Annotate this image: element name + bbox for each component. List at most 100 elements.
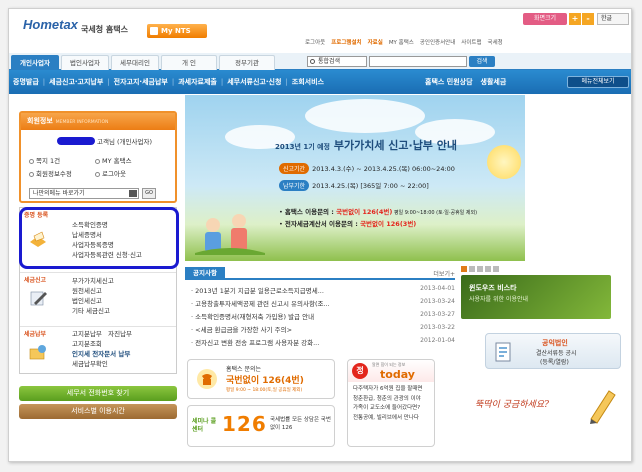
call-126-ad[interactable]: 세미나 콜센터 126 국세법률 모든 상담은 국번없이 126 xyxy=(187,405,335,447)
phone-ad-hours: 평일 9:00 ~ 18:00(토,일 공휴일 제외) xyxy=(226,388,303,393)
public-corp-sub: 결산서류등 공시 xyxy=(536,350,577,357)
tab-government[interactable]: 정부기관 xyxy=(219,55,275,70)
banner-due: 납부기한 2013.4.25.(목) [365일 7:00 ~ 22:00] xyxy=(279,180,429,191)
today-header: 정 알면 힘이 되는 정보 today xyxy=(348,360,434,382)
service-hours-button[interactable]: 서비스별 이용시간 xyxy=(19,404,177,419)
program-install-link[interactable]: 프로그램설치 xyxy=(331,38,361,46)
notice-tab[interactable]: 공지사항 xyxy=(185,267,225,280)
public-corp-title: 공익법인 xyxy=(542,339,568,347)
pager-dot[interactable] xyxy=(461,266,467,272)
service-category: 세금납부 xyxy=(24,331,47,338)
service-link[interactable]: 원천세신고 xyxy=(72,286,114,296)
banner-title: 2013년 1기 예정 부가가치세 신고·납부 안내 xyxy=(275,139,458,152)
pager-dot[interactable] xyxy=(469,266,475,272)
bullet-icon xyxy=(95,158,100,164)
service-link[interactable]: 법인세신고 xyxy=(72,296,114,306)
member-logout-link[interactable]: 로그아웃 xyxy=(95,168,126,178)
my-hometax-link[interactable]: MY 홈택스 xyxy=(389,38,414,46)
pager-dot[interactable] xyxy=(485,266,491,272)
today-title: today xyxy=(380,368,415,381)
today-item[interactable]: 가족이 교도소에 들어갔다면? xyxy=(353,404,429,414)
language-select[interactable]: 한글 xyxy=(597,13,629,25)
nts-link[interactable]: 국세청 xyxy=(488,38,503,46)
today-item[interactable]: 다주택자가 6억원 집을 팔때면 xyxy=(353,385,429,395)
today-item[interactable]: 전통공예, 빌리브에서 만나다 xyxy=(353,414,429,424)
notice-panel: 공지사항 더보기+ · 2013년 1분기 지급분 일용근로소득지급명세... 2… xyxy=(185,267,455,357)
service-category: 세금신고 xyxy=(24,277,47,284)
library-link[interactable]: 자료실 xyxy=(368,38,383,46)
menu-tax-filing[interactable]: 세금신고·고지납부 xyxy=(49,70,103,94)
member-info-panel: 회원정보 MEMBER INFORMATION 고객님 (개인사업자) 쪽지 1건… xyxy=(19,111,177,203)
tab-corporate-business[interactable]: 법인사업자 xyxy=(61,55,109,70)
search-input[interactable] xyxy=(369,56,467,67)
main-menu-items: 증명발급 | 세금신고·고지납부 | 전자고지·세금납부 | 과세자료제출 | 세무서류… xyxy=(13,70,324,94)
logout-link[interactable]: 로그아웃 xyxy=(305,38,325,46)
service-link[interactable]: 세금납부확인 xyxy=(72,359,132,369)
menu-life-tax[interactable]: 생활세금 xyxy=(481,70,507,94)
menu-data-submit[interactable]: 과세자료제출 xyxy=(178,70,217,94)
ad-126-digits: 126 xyxy=(222,412,267,436)
tab-individual[interactable]: 개 인 xyxy=(161,55,217,70)
ad-126-right: 국세법률 모든 상담은 국번없이 126 xyxy=(270,417,331,431)
menu-inquiry[interactable]: 조회서비스 xyxy=(292,70,324,94)
cloud-shape xyxy=(305,99,425,133)
notice-row[interactable]: · 2013년 1분기 지급분 일용근로소득지급명세... 2013-04-01 xyxy=(191,285,455,295)
service-link[interactable]: 고지분납부 자진납부 xyxy=(72,329,132,339)
vat-banner[interactable]: 2013년 1기 예정 부가가치세 신고·납부 안내 신고기간 2013.4.3.… xyxy=(185,95,525,261)
font-decrease-button[interactable]: - xyxy=(582,13,594,25)
vista-guide-banner[interactable]: 윈도우즈 비스타 사용자를 위한 이용안내 xyxy=(461,275,611,319)
payment-icon xyxy=(29,345,46,360)
faq-text: 뚝딱이 궁금하세요? xyxy=(475,400,549,410)
redacted-name xyxy=(57,137,95,145)
all-menu-button[interactable]: 메뉴전체보기 xyxy=(567,76,629,88)
hometax-logo[interactable]: Hometax xyxy=(23,17,78,32)
service-link[interactable]: 인지세 전자문서 납부 xyxy=(72,349,132,359)
hometax-phone-ad[interactable]: 홈택스 문의는 국번없이 126(4번) 평일 9:00 ~ 18:00(토,일… xyxy=(187,359,335,399)
notice-row[interactable]: · 고용창출투자세액공제 관련 신고시 유의사항(조... 2013-03-24 xyxy=(191,298,455,308)
public-corp-banner[interactable]: 공익법인 결산서류등 공시 (등록/열람) xyxy=(485,333,621,369)
menu-e-notice[interactable]: 전자고지·세금납부 xyxy=(114,70,168,94)
phone-ad-label: 홈택스 문의는 xyxy=(226,366,262,373)
my-menu-select[interactable]: 나만의메뉴 바로가기 xyxy=(29,188,139,199)
font-size-label: 화면크기 xyxy=(523,13,567,25)
search-button[interactable]: 검색 xyxy=(469,56,495,67)
notice-row[interactable]: · <세금 환급금을 가장한 사기 주의> 2013-03-22 xyxy=(191,324,455,334)
phone-ad-number: 국번없이 126(4번) xyxy=(226,376,304,386)
notice-row[interactable]: · 전자신고 변환 전송 프로그램 사용자분 강화... 2012-01-04 xyxy=(191,337,455,347)
people-illustration xyxy=(195,214,265,255)
today-item[interactable]: 청춘환급, 청춘의 관광의 이야 xyxy=(353,395,429,405)
menu-certificate[interactable]: 증명발급 xyxy=(13,70,39,94)
info-today-box: 정 알면 힘이 되는 정보 today 다주택자가 6억원 집을 팔때면 청춘환… xyxy=(347,359,435,447)
sun-icon xyxy=(487,145,521,179)
service-link[interactable]: 고지분조회 xyxy=(72,339,132,349)
main-menu-bar: 증명발급 | 세금신고·고지납부 | 전자고지·세금납부 | 과세자료제출 | 세무서류… xyxy=(9,70,631,94)
banner-contacts: • 홈택스 이용문의 : 국번없이 126(4번) 평일 9:00~18:00 … xyxy=(279,208,478,228)
my-hometax-shortcut[interactable]: MY 홈택스 xyxy=(95,155,132,165)
banner-period: 신고기간 2013.4.3.(수) ~ 2013.4.25.(목) 06:00~2… xyxy=(279,163,455,174)
pager-dot[interactable] xyxy=(477,266,483,272)
service-link[interactable]: 부가가치세신고 xyxy=(72,276,114,286)
message-link[interactable]: 쪽지 1건 xyxy=(29,155,60,165)
highlight-annotation xyxy=(19,207,179,269)
go-button[interactable]: GO xyxy=(142,188,156,199)
search-type-select[interactable]: 통합검색 xyxy=(307,56,367,67)
sitemap-link[interactable]: 사이트맵 xyxy=(461,38,481,46)
tab-individual-business[interactable]: 개인사업자 xyxy=(11,55,59,70)
pager-dot[interactable] xyxy=(493,266,499,272)
pencil-icon xyxy=(590,390,616,424)
vista-title: 윈도우즈 비스타 xyxy=(469,284,517,292)
notice-row[interactable]: · 소득확인증명서(재형저축 가입용) 발급 안내 2013-03-27 xyxy=(191,311,455,321)
public-corp-sub2: (등록/열람) xyxy=(540,359,569,366)
edit-profile-link[interactable]: 회원정보수정 xyxy=(29,168,72,178)
bullet-icon xyxy=(29,158,34,164)
font-increase-button[interactable]: + xyxy=(569,13,581,25)
notice-more-link[interactable]: 더보기+ xyxy=(433,269,455,278)
menu-civil-consult[interactable]: 홈택스 민원상담 xyxy=(425,70,473,94)
faq-banner[interactable]: 뚝딱이 궁금하세요? xyxy=(471,381,621,433)
cert-guide-link[interactable]: 공인인증서안내 xyxy=(420,38,455,46)
tax-office-phone-button[interactable]: 세무서 전화번호 찾기 xyxy=(19,386,177,401)
menu-document-apply[interactable]: 세무서류신고·신청 xyxy=(227,70,281,94)
service-link[interactable]: 기타 세금신고 xyxy=(72,306,114,316)
my-nts-button[interactable]: My NTS xyxy=(147,24,207,38)
tab-tax-agent[interactable]: 세무대리인 xyxy=(111,55,159,70)
